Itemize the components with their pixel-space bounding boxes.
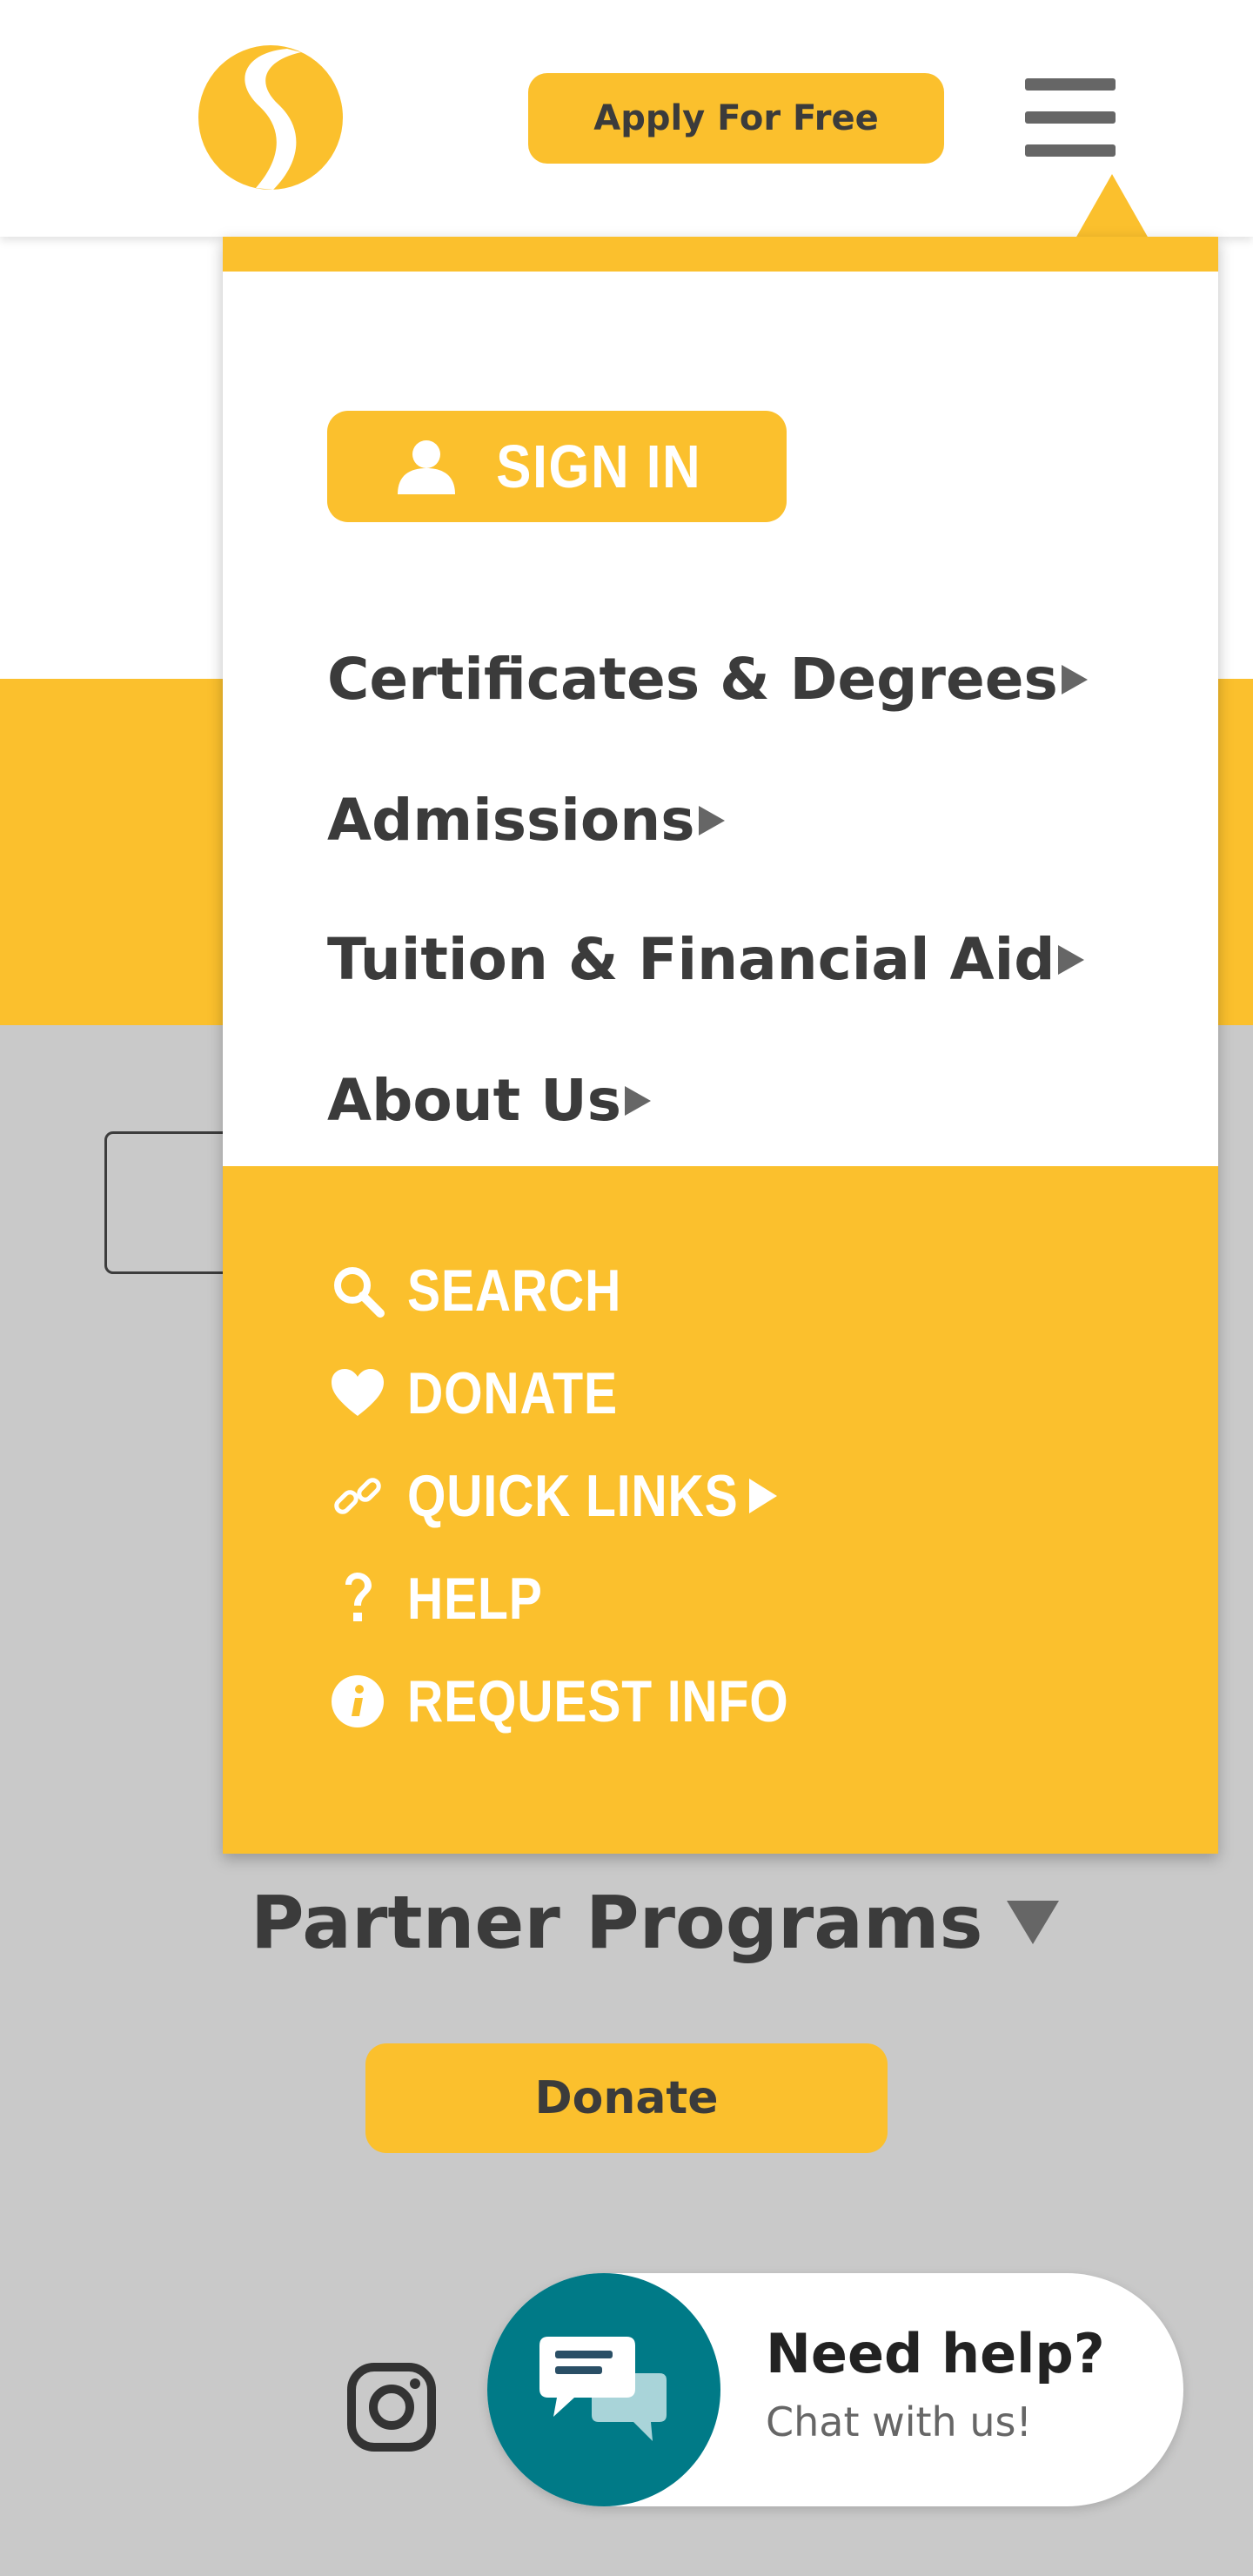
triangle-right-icon xyxy=(1058,944,1085,975)
utility-help[interactable]: HELP xyxy=(327,1565,568,1633)
utility-label: QUICK LINKS xyxy=(407,1463,739,1529)
menu-top-bar xyxy=(223,237,1218,272)
sign-in-button[interactable]: SIGN IN xyxy=(327,411,787,522)
triangle-right-icon xyxy=(749,1479,777,1513)
triangle-right-icon xyxy=(1061,664,1088,694)
triangle-right-icon xyxy=(698,805,725,835)
nav-admissions[interactable]: Admissions xyxy=(327,787,725,854)
college-logo[interactable] xyxy=(198,45,343,190)
nav-tuition-financial-aid[interactable]: Tuition & Financial Aid xyxy=(327,926,1085,993)
menu-utility-section: SEARCH DONATE QUICK LINKS HELP REQUEST I… xyxy=(223,1166,1218,1854)
nav-item-label: About Us xyxy=(327,1067,622,1134)
heart-icon xyxy=(327,1363,388,1424)
menu-pointer xyxy=(1075,174,1149,238)
sign-in-label: SIGN IN xyxy=(495,433,702,500)
chat-subtitle: Chat with us! xyxy=(766,2398,1032,2445)
site-header: Apply For Free xyxy=(0,0,1253,237)
instagram-icon[interactable] xyxy=(346,2362,437,2452)
partner-programs-label: Partner Programs xyxy=(251,1880,983,1965)
nav-about-us[interactable]: About Us xyxy=(327,1067,652,1134)
partner-programs-toggle[interactable]: Partner Programs xyxy=(251,1880,1060,1965)
question-icon xyxy=(327,1568,388,1629)
nav-item-label: Certificates & Degrees xyxy=(327,646,1058,713)
apply-button[interactable]: Apply For Free xyxy=(528,73,944,164)
utility-label: HELP xyxy=(407,1566,543,1632)
utility-label: SEARCH xyxy=(407,1258,622,1324)
nav-item-label: Admissions xyxy=(327,787,695,854)
info-icon xyxy=(327,1671,388,1732)
nav-certificates-degrees[interactable]: Certificates & Degrees xyxy=(327,646,1088,713)
triangle-right-icon xyxy=(625,1085,652,1116)
utility-donate[interactable]: DONATE xyxy=(327,1359,658,1427)
chat-icon[interactable] xyxy=(487,2273,720,2506)
triangle-down-icon xyxy=(1007,1901,1060,1944)
utility-quick-links[interactable]: QUICK LINKS xyxy=(327,1462,777,1530)
main-menu-dropdown: SIGN IN Certificates & Degrees Admission… xyxy=(223,237,1218,1854)
utility-request-info[interactable]: REQUEST INFO xyxy=(327,1667,861,1735)
search-icon xyxy=(327,1260,388,1321)
user-icon xyxy=(397,440,455,494)
hamburger-icon[interactable] xyxy=(1025,78,1116,157)
link-icon xyxy=(327,1466,388,1526)
utility-search[interactable]: SEARCH xyxy=(327,1257,662,1325)
nav-item-label: Tuition & Financial Aid xyxy=(327,926,1055,993)
utility-label: DONATE xyxy=(407,1360,618,1426)
donate-button[interactable]: Donate xyxy=(365,2043,888,2153)
chat-title: Need help? xyxy=(766,2322,1105,2385)
utility-label: REQUEST INFO xyxy=(407,1668,789,1734)
